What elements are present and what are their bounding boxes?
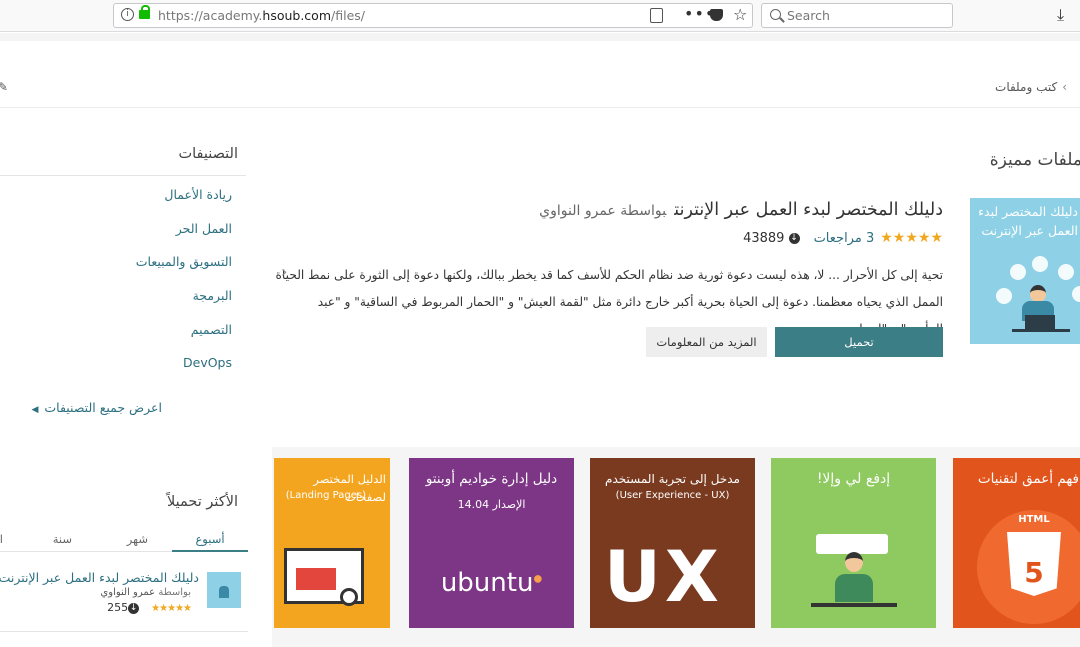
category-design[interactable]: التصميم bbox=[136, 322, 232, 356]
person-illustration bbox=[845, 552, 863, 572]
header-divider bbox=[0, 107, 1080, 108]
item-rating-stars: ★★★★★ bbox=[151, 603, 192, 614]
book-tile-landing-pages[interactable]: الدليل المختصر لصفحات (Landing Pages) bbox=[274, 458, 390, 628]
category-marketing-sales[interactable]: التسويق والمبيعات bbox=[136, 254, 232, 288]
ux-logo: UX bbox=[604, 536, 723, 618]
breadcrumb-item-files[interactable]: كتب وملفات bbox=[995, 80, 1057, 94]
featured-book-cover[interactable]: دليلك المختصر لبدء العمل عبر الإنترنت bbox=[970, 198, 1080, 344]
download-button[interactable]: تحميل bbox=[775, 327, 943, 357]
book-tile-ubuntu[interactable]: دليل إدارة خواديم أوبنتو الإصدار 14.04 u… bbox=[409, 458, 574, 628]
categories-title: التصنيفات bbox=[178, 146, 238, 162]
download-icon[interactable]: ⤓ bbox=[1057, 5, 1064, 25]
bookmark-star-icon[interactable]: ☆ bbox=[733, 5, 747, 24]
desk-illustration bbox=[1012, 329, 1070, 332]
most-downloaded-tabs: أسبوع شهر سنة ا bbox=[0, 526, 248, 552]
html5-shield-icon: 5 bbox=[1007, 532, 1061, 596]
rating-stars: ★★★★★ bbox=[880, 230, 944, 246]
mail-icon bbox=[996, 288, 1012, 304]
featured-book-title-row: دليلك المختصر لبدء العمل عبر الإنترنت بوا… bbox=[539, 200, 943, 220]
caret-left-icon: ◀ bbox=[31, 405, 39, 415]
featured-section-title: ملفات مميزة bbox=[989, 150, 1080, 170]
pencil-icon[interactable]: ✎ bbox=[0, 80, 8, 94]
speech-bubble-illustration bbox=[816, 534, 888, 554]
megaphone-icon bbox=[1010, 264, 1026, 280]
most-downloaded-item-stats: ★★★★★ ↓255 bbox=[107, 601, 192, 614]
category-entrepreneurship[interactable]: ريادة الأعمال bbox=[136, 187, 232, 221]
tab-year[interactable]: سنة bbox=[53, 532, 72, 546]
category-freelance[interactable]: العمل الحر bbox=[136, 221, 232, 255]
book-tile-push[interactable]: إدفع لي وإلا! bbox=[771, 458, 936, 628]
url-text[interactable]: https://academy.hsoub.com/files/ bbox=[158, 8, 365, 23]
tab-week[interactable]: أسبوع bbox=[172, 532, 248, 552]
most-downloaded-item-author: بواسطة عمرو النواوي bbox=[100, 587, 191, 598]
chevron-icon: › bbox=[1062, 80, 1067, 94]
desk-illustration bbox=[811, 603, 897, 607]
book-tile-html5[interactable]: فهم أعمق لتقنيات HTML 5 bbox=[953, 458, 1080, 628]
item-download-count: ↓255 bbox=[107, 601, 140, 614]
most-downloaded-title: الأكثر تحميلاً bbox=[167, 494, 238, 510]
category-programming[interactable]: البرمجة bbox=[136, 288, 232, 322]
more-info-button[interactable]: المزيد من المعلومات bbox=[646, 327, 767, 357]
featured-book-title[interactable]: دليلك المختصر لبدء العمل عبر الإنترنت bbox=[674, 200, 943, 220]
search-icon bbox=[770, 9, 781, 20]
most-downloaded-divider bbox=[0, 631, 248, 632]
search-bar[interactable] bbox=[761, 3, 953, 28]
tab-all-time[interactable]: ا bbox=[0, 532, 3, 546]
category-devops[interactable]: DevOps bbox=[136, 355, 232, 389]
url-bar[interactable]: i https://academy.hsoub.com/files/ ••• ☆ bbox=[113, 3, 753, 28]
show-all-categories-link[interactable]: اعرض جميع التصنيفات◀ bbox=[31, 400, 162, 415]
cloud-icon bbox=[1072, 286, 1080, 302]
download-count-icon: ↓ bbox=[788, 233, 800, 244]
most-downloaded-item-cover[interactable] bbox=[207, 572, 241, 608]
browser-toolbar: i https://academy.hsoub.com/files/ ••• ☆… bbox=[0, 0, 1080, 32]
info-icon[interactable]: i bbox=[121, 8, 134, 21]
download-count: ↓ 43889 bbox=[743, 231, 800, 246]
featured-book-author: بواسطة عمرو النواوي bbox=[539, 203, 667, 219]
person-body-illustration bbox=[835, 574, 873, 602]
cover-title: دليلك المختصر لبدء العمل عبر الإنترنت bbox=[978, 204, 1078, 238]
tab-month[interactable]: شهر bbox=[127, 532, 148, 546]
pocket-icon[interactable] bbox=[710, 9, 723, 21]
reviews-link[interactable]: 3 مراجعات bbox=[814, 231, 875, 246]
html5-label: HTML bbox=[1018, 514, 1050, 525]
categories-divider bbox=[0, 175, 246, 176]
magnifier-illustration bbox=[340, 588, 358, 606]
search-input[interactable] bbox=[787, 8, 937, 23]
book-tile-ux[interactable]: مدخل إلى تجربة المستخدم (User Experience… bbox=[590, 458, 755, 628]
featured-rating-row: ★★★★★ 3 مراجعات ↓ 43889 bbox=[743, 230, 944, 246]
camera-icon bbox=[1032, 256, 1048, 272]
breadcrumb: › كتب وملفات bbox=[995, 80, 1067, 94]
page-top-strip bbox=[0, 33, 1080, 41]
categories-list: ريادة الأعمال العمل الحر التسويق والمبيع… bbox=[136, 187, 232, 389]
person-illustration bbox=[1030, 285, 1046, 302]
ubuntu-logo: ubuntu● bbox=[440, 568, 543, 598]
reader-view-icon[interactable] bbox=[650, 8, 663, 23]
carousel-next-icon[interactable]: › bbox=[281, 262, 287, 281]
share-icon bbox=[1058, 264, 1074, 280]
most-downloaded-item-title[interactable]: دليلك المختصر لبدء العمل عبر الإنترنت bbox=[0, 570, 199, 585]
lock-icon[interactable] bbox=[139, 5, 150, 19]
chart-illustration bbox=[296, 568, 336, 590]
download-count-icon: ↓ bbox=[128, 602, 140, 614]
laptop-illustration bbox=[1025, 315, 1055, 329]
